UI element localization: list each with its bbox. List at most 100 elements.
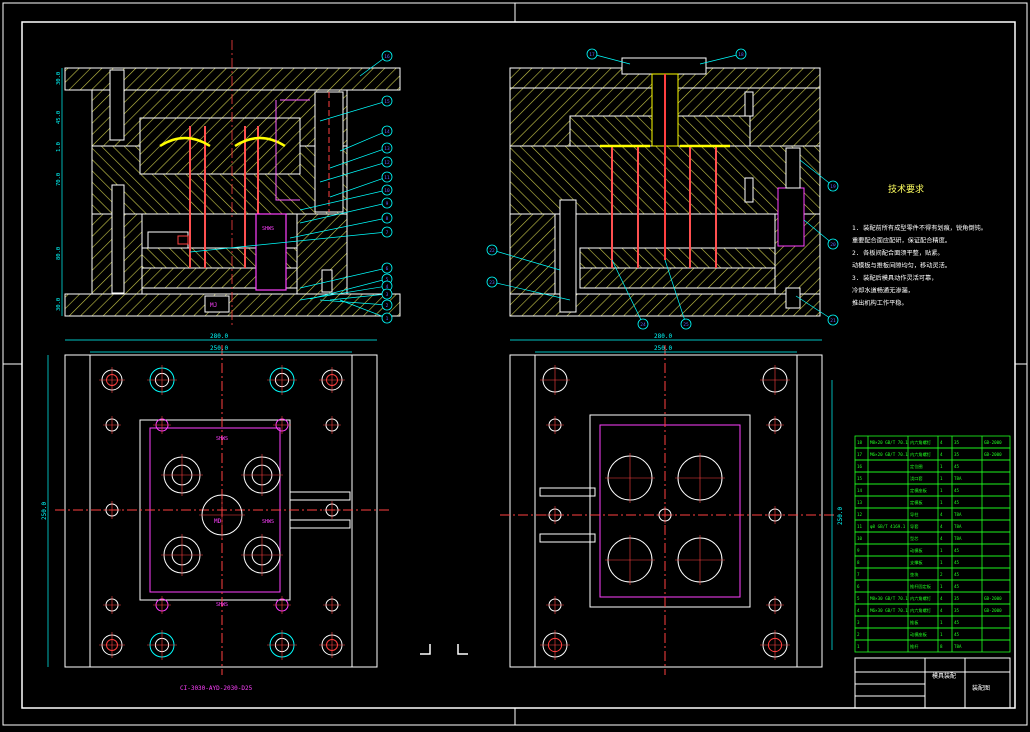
svg-text:13: 13 — [384, 146, 390, 152]
bom-cell: 推杆 — [910, 643, 919, 650]
balloon: 15 — [381, 95, 393, 107]
balloon: 2 — [381, 299, 393, 311]
bom-row: 9 动模板 1 45 — [854, 543, 1011, 557]
bom-cell: M8×30 GB/T 70.1 — [870, 596, 908, 601]
dim-vertical: 30.0 — [56, 72, 62, 85]
balloon: 8 — [381, 212, 393, 224]
bom-row: 5 M8×30 GB/T 70.1 内六角螺钉 4 35 GB-2000 — [854, 591, 1011, 605]
bom-cell: 2 — [940, 572, 943, 577]
balloon: 24 — [637, 318, 649, 330]
bom-cell: 4 — [857, 608, 860, 613]
left-section-view: SHWS MJ — [64, 40, 401, 325]
bom-cell: 内六角螺钉 — [910, 607, 932, 614]
svg-text:20: 20 — [830, 242, 836, 248]
bom-cell: 45 — [954, 500, 960, 505]
balloon: 22 — [486, 244, 498, 256]
balloon: 14 — [381, 125, 393, 137]
bom-row: 18 M8×20 GB/T 70.1 内六角螺钉 4 35 GB-2000 — [854, 435, 1011, 449]
bom-cell: M6×20 GB/T 70.1 — [870, 452, 908, 457]
bom-cell: 5 — [857, 596, 860, 601]
bom-cell: M6×30 GB/T 70.1 — [870, 608, 908, 613]
bom-row: 11 φ8 GB/T 4169.1 导套 4 T8A — [854, 519, 1011, 533]
bom-cell: 1 — [857, 644, 860, 649]
bom-cell: 3 — [857, 620, 860, 625]
bom-cell: 1 — [940, 560, 943, 565]
bom-cell: 推杆固定板 — [910, 583, 932, 590]
balloon: 12 — [381, 156, 393, 168]
bom-cell: 垫块 — [910, 571, 919, 578]
bom-cell: 10 — [857, 536, 863, 541]
plan-label-right: SHWS — [262, 519, 274, 525]
bom-cell: 1 — [940, 488, 943, 493]
bom-cell: T8A — [954, 524, 962, 529]
bom-cell: 1 — [940, 632, 943, 637]
bom-cell: T8A — [954, 644, 962, 649]
svg-text:17: 17 — [589, 52, 595, 58]
bom-row: 2 动模座板 1 45 — [854, 627, 1011, 641]
svg-text:12: 12 — [384, 160, 390, 166]
bom-cell: 动模板 — [910, 547, 923, 554]
tech-lines: 1. 装配前所有成型零件不得有划痕，锐角倒钝。重要配合面应配研，保证配合精度。 2… — [852, 224, 987, 307]
bom-cell: 12 — [857, 512, 863, 517]
bom-cell: T8A — [954, 476, 962, 481]
right-section-view — [509, 57, 821, 317]
bom-row: 3 推板 1 45 — [854, 615, 1011, 629]
dim-vertical: 70.0 — [56, 173, 62, 186]
balloon: 13 — [381, 142, 393, 154]
tech-line: 3. 装配后模具动作灵活可靠， — [852, 274, 937, 282]
balloon: 7 — [381, 226, 393, 238]
left-plan-view: SHWS SHWS SHWS MD — [55, 345, 390, 675]
bom-cell: 1 — [940, 476, 943, 481]
bom-cell: 4 — [940, 608, 943, 613]
svg-text:19: 19 — [830, 184, 836, 190]
bom-cell: 4 — [940, 440, 943, 445]
cad-drawing: SHWS MJ 30.0 45.0 1.0 70.0 80.0 30.0 16 15 14 13… — [0, 0, 1030, 728]
bom-cell: 型芯 — [910, 535, 918, 541]
bom-cell: 推板 — [910, 619, 919, 626]
bom-cell: 35 — [954, 440, 960, 445]
bom-cell: 35 — [954, 452, 960, 457]
bom-cell: 8 — [940, 644, 943, 649]
bom-cell: 45 — [954, 488, 960, 493]
tech-line: 动模板与推板间隙均匀，移动灵活。 — [852, 262, 951, 270]
bom-row: 6 推杆固定板 1 45 — [854, 579, 1011, 593]
tech-line: 1. 装配前所有成型零件不得有划痕，锐角倒钝。 — [852, 224, 987, 232]
bom-cell: 4 — [940, 452, 943, 457]
bom-cell: 支撑板 — [910, 559, 923, 566]
dim-right-side: 250.0 — [837, 507, 844, 525]
svg-text:14: 14 — [384, 129, 390, 135]
svg-text:6: 6 — [386, 266, 389, 272]
dim-left-side: 250.0 — [41, 502, 48, 520]
bom-cell: 1 — [940, 584, 943, 589]
bom-cell: 1 — [940, 548, 943, 553]
bom-cell: T8A — [954, 512, 962, 517]
tech-line: 重要配合面应配研，保证配合精度。 — [852, 237, 951, 245]
svg-text:16: 16 — [384, 54, 390, 60]
balloon: 23 — [486, 276, 498, 288]
balloon: 16 — [381, 50, 393, 62]
bom-cell: 45 — [954, 620, 960, 625]
bom-cell: 定位圈 — [910, 463, 923, 470]
svg-text:7: 7 — [386, 230, 389, 236]
bom-cell: 18 — [857, 440, 863, 445]
balloon: 9 — [381, 197, 393, 209]
bom-cell: 4 — [940, 596, 943, 601]
balloon: 11 — [381, 171, 393, 183]
bom-row: 15 浇口套 1 T8A — [854, 471, 1011, 485]
title-block: 模具装配 装配图 — [854, 657, 1011, 709]
svg-text:21: 21 — [830, 318, 836, 324]
svg-text:8: 8 — [386, 216, 389, 222]
bom-cell: 45 — [954, 464, 960, 469]
projection-markers — [420, 644, 468, 655]
dim-vertical: 1.0 — [56, 142, 62, 152]
bom-row: 14 定模座板 1 45 — [854, 483, 1011, 497]
title-block-right: 装配图 — [972, 684, 990, 692]
bom-cell: 8 — [857, 560, 860, 565]
dim-vertical: 45.0 — [56, 111, 62, 124]
bom-cell: 浇口套 — [910, 475, 923, 482]
bom-cell: 定模座板 — [910, 487, 928, 494]
plan-label-top: SHWS — [216, 436, 228, 442]
dim-vertical: 30.0 — [56, 298, 62, 311]
svg-text:22: 22 — [489, 248, 495, 254]
bom-cell: 14 — [857, 488, 863, 493]
